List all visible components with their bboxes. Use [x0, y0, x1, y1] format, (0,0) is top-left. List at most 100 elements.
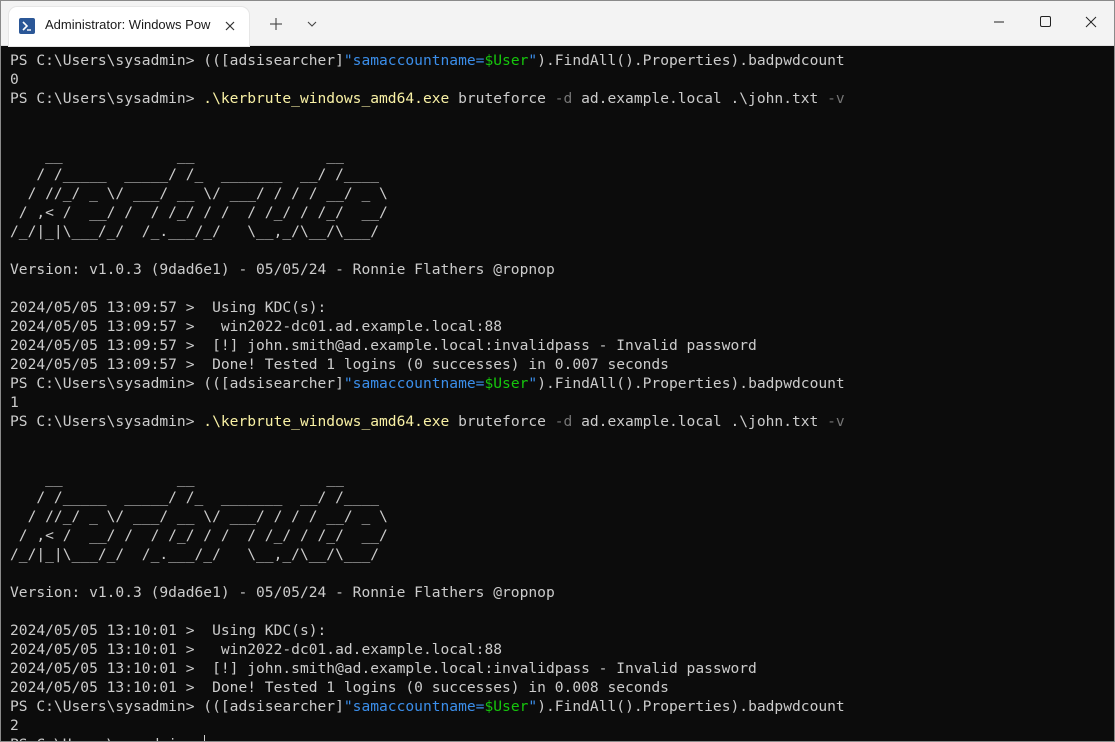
terminal-text: 2024/05/05 13:10:01 > Done! Tested 1 log…	[10, 679, 669, 696]
terminal-line: 2024/05/05 13:09:57 > Using KDC(s):	[10, 298, 1114, 317]
terminal-line: /_/|_|\___/_/ /_.___/_/ \__,_/\__/\___/	[10, 545, 1114, 564]
terminal-text: .\kerbrute_windows_amd64.exe	[203, 413, 450, 430]
terminal-text: -v	[827, 90, 845, 107]
terminal-text: .\kerbrute_windows_amd64.exe	[203, 90, 450, 107]
terminal-text: PS C:\Users\sysadmin> (([adsisearcher]	[10, 375, 344, 392]
terminal-line: 2024/05/05 13:10:01 > Using KDC(s):	[10, 621, 1114, 640]
terminal-line: 2	[10, 716, 1114, 735]
terminal-text: PS C:\Users\sysadmin>	[10, 736, 203, 741]
terminal-text: / ,< / __/ / / /_/ / / / /_/ / /_/ __/	[10, 204, 388, 221]
terminal-text: 2024/05/05 13:10:01 > [!] john.smith@ad.…	[10, 660, 757, 677]
text-cursor	[204, 735, 206, 741]
terminal-text: -d	[554, 90, 573, 107]
terminal-text: "	[528, 52, 538, 69]
terminal-line: 0	[10, 70, 1114, 89]
terminal-text: PS C:\Users\sysadmin> (([adsisearcher]	[10, 698, 344, 715]
terminal-text: __ __ __	[10, 470, 344, 487]
terminal-line: 2024/05/05 13:09:57 > [!] john.smith@ad.…	[10, 336, 1114, 355]
terminal-text: / ,< / __/ / / /_/ / / / /_/ / /_/ __/	[10, 527, 388, 544]
powershell-icon	[19, 18, 35, 34]
terminal-text: bruteforce	[449, 90, 555, 107]
terminal-line: __ __ __	[10, 469, 1114, 488]
terminal-text: "	[528, 698, 538, 715]
terminal-line: PS C:\Users\sysadmin> (([adsisearcher]"s…	[10, 697, 1114, 716]
terminal-line: Version: v1.0.3 (9dad6e1) - 05/05/24 - R…	[10, 583, 1114, 602]
terminal-text: ).FindAll().Properties).badpwdcount	[537, 375, 845, 392]
terminal-text: "	[528, 375, 538, 392]
tab-close-icon[interactable]	[220, 16, 240, 36]
terminal-text: / //_/ _ \/ ___/ __ \/ ___/ / / / __/ _ …	[10, 185, 388, 202]
terminal-text: Version: v1.0.3 (9dad6e1) - 05/05/24 - R…	[10, 261, 555, 278]
maximize-icon[interactable]	[1022, 1, 1068, 45]
terminal-line: 2024/05/05 13:09:57 > Done! Tested 1 log…	[10, 355, 1114, 374]
terminal-text: 2024/05/05 13:09:57 > [!] john.smith@ad.…	[10, 337, 757, 354]
terminal-line: / //_/ _ \/ ___/ __ \/ ___/ / / / __/ _ …	[10, 507, 1114, 526]
terminal-text: 2024/05/05 13:09:57 > Done! Tested 1 log…	[10, 356, 669, 373]
terminal-text: $User	[484, 52, 529, 69]
terminal-text: "samaccountname=	[343, 698, 485, 715]
terminal-text: 0	[10, 71, 19, 88]
terminal-text: $User	[484, 698, 529, 715]
terminal-text: / /_____ _____/ /_ _______ __/ /____	[10, 166, 380, 183]
terminal-line: / ,< / __/ / / /_/ / / / /_/ / /_/ __/	[10, 526, 1114, 545]
terminal-text: PS C:\Users\sysadmin>	[10, 413, 204, 430]
terminal-line: /_/|_|\___/_/ /_.___/_/ \__,_/\__/\___/	[10, 222, 1114, 241]
terminal-text: bruteforce	[449, 413, 555, 430]
terminal-text: 2024/05/05 13:10:01 > Using KDC(s):	[10, 622, 327, 639]
terminal-text: PS C:\Users\sysadmin>	[10, 90, 204, 107]
minimize-icon[interactable]	[976, 1, 1022, 45]
terminal-text: ).FindAll().Properties).badpwdcount	[537, 698, 845, 715]
terminal-text: 2024/05/05 13:10:01 > win2022-dc01.ad.ex…	[10, 641, 503, 658]
terminal-text: $User	[484, 375, 529, 392]
terminal-text: PS C:\Users\sysadmin> (([adsisearcher]	[10, 52, 344, 69]
terminal-line: / /_____ _____/ /_ _______ __/ /____	[10, 488, 1114, 507]
plus-icon[interactable]	[263, 11, 289, 37]
terminal-text: /_/|_|\___/_/ /_.___/_/ \__,_/\__/\___/	[10, 223, 380, 240]
terminal-line: 2024/05/05 13:10:01 > win2022-dc01.ad.ex…	[10, 640, 1114, 659]
terminal-line: PS C:\Users\sysadmin> (([adsisearcher]"s…	[10, 51, 1114, 70]
terminal-line: / //_/ _ \/ ___/ __ \/ ___/ / / / __/ _ …	[10, 184, 1114, 203]
terminal-text: ad.example.local .\john.txt	[572, 413, 828, 430]
close-icon[interactable]	[1068, 1, 1114, 45]
terminal-text: __ __ __	[10, 147, 344, 164]
terminal-text: "samaccountname=	[343, 52, 485, 69]
terminal-text: /_/|_|\___/_/ /_.___/_/ \__,_/\__/\___/	[10, 546, 380, 563]
terminal-line: 2024/05/05 13:10:01 > [!] john.smith@ad.…	[10, 659, 1114, 678]
tab-powershell[interactable]: Administrator: Windows PowerShell	[9, 7, 249, 46]
terminal-line: 2024/05/05 13:10:01 > Done! Tested 1 log…	[10, 678, 1114, 697]
terminal-line: PS C:\Users\sysadmin>	[10, 735, 1114, 741]
terminal-line: __ __ __	[10, 146, 1114, 165]
terminal-line: 1	[10, 393, 1114, 412]
terminal-text: 2024/05/05 13:09:57 > Using KDC(s):	[10, 299, 327, 316]
tab-title: Administrator: Windows PowerShell	[45, 17, 211, 32]
terminal-text: 2024/05/05 13:09:57 > win2022-dc01.ad.ex…	[10, 318, 503, 335]
title-bar: Administrator: Windows PowerShell	[1, 1, 1114, 46]
terminal-text: 2	[10, 717, 19, 734]
terminal-line: / /_____ _____/ /_ _______ __/ /____	[10, 165, 1114, 184]
terminal-text: ad.example.local .\john.txt	[572, 90, 828, 107]
terminal-line: PS C:\Users\sysadmin> (([adsisearcher]"s…	[10, 374, 1114, 393]
terminal-window: Administrator: Windows PowerShell	[0, 0, 1115, 742]
terminal-text: ).FindAll().Properties).badpwdcount	[537, 52, 845, 69]
terminal-text: / /_____ _____/ /_ _______ __/ /____	[10, 489, 380, 506]
terminal-text: 1	[10, 394, 19, 411]
terminal-text: Version: v1.0.3 (9dad6e1) - 05/05/24 - R…	[10, 584, 555, 601]
terminal-line: PS C:\Users\sysadmin> .\kerbrute_windows…	[10, 89, 1114, 108]
terminal-text: "samaccountname=	[343, 375, 485, 392]
terminal-text: -v	[827, 413, 845, 430]
terminal-line: 2024/05/05 13:09:57 > win2022-dc01.ad.ex…	[10, 317, 1114, 336]
terminal-text: -d	[554, 413, 573, 430]
terminal-line: Version: v1.0.3 (9dad6e1) - 05/05/24 - R…	[10, 260, 1114, 279]
terminal-line: / ,< / __/ / / /_/ / / / /_/ / /_/ __/	[10, 203, 1114, 222]
terminal-output[interactable]: PS C:\Users\sysadmin> (([adsisearcher]"s…	[10, 51, 1114, 741]
terminal-text: / //_/ _ \/ ___/ __ \/ ___/ / / / __/ _ …	[10, 508, 388, 525]
chevron-down-icon[interactable]	[299, 11, 325, 37]
